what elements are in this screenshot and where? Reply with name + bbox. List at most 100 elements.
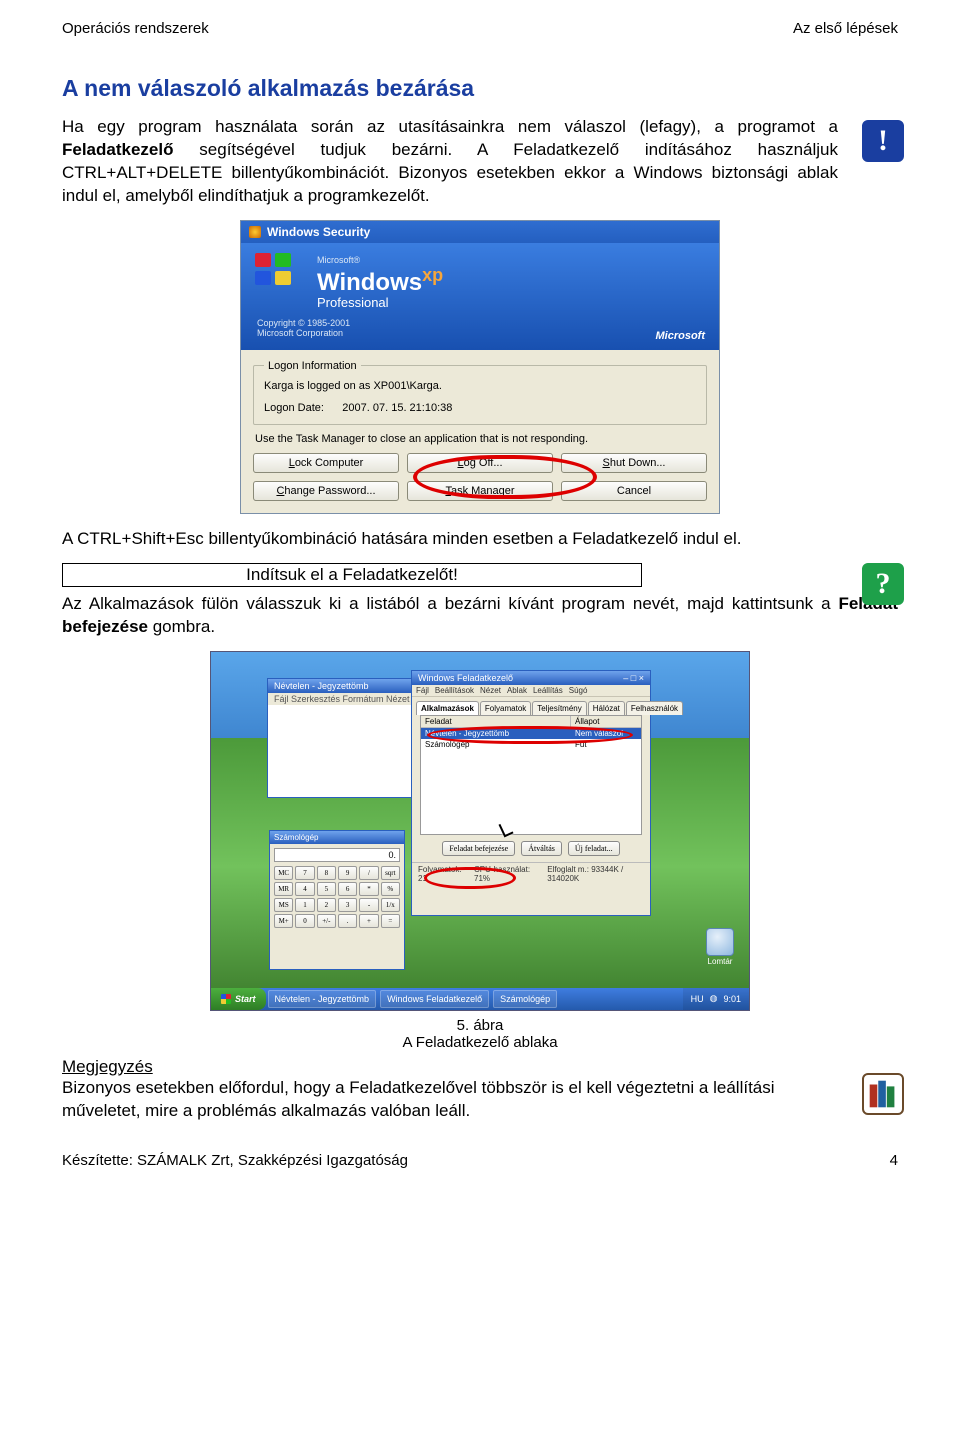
copyright: Copyright © 1985-2001 Microsoft Corporat… — [257, 318, 703, 338]
calc-key[interactable]: 3 — [338, 898, 357, 912]
header-left: Operációs rendszerek — [62, 20, 209, 37]
note-block: Megjegyzés Bizonyos esetekben előfordul,… — [62, 1057, 898, 1123]
tab-performance[interactable]: Teljesítmény — [532, 701, 586, 715]
recycle-bin[interactable]: Lomtár — [703, 928, 737, 966]
list-item[interactable]: Számológép Fut — [421, 739, 641, 750]
logon-user-line: Karga is logged on as XP001\Karga. — [264, 380, 696, 392]
logon-date-line: Logon Date: 2007. 07. 15. 21:10:38 — [264, 402, 696, 414]
shut-down-button[interactable]: Shut Down...Shut Down... — [561, 453, 707, 473]
calc-key[interactable]: MC — [274, 866, 293, 880]
tab-users[interactable]: Felhasználók — [626, 701, 683, 715]
tray-clock: 9:01 — [723, 994, 741, 1004]
winsec-button-row: LLock Computerock Computer Log Off...Log… — [253, 453, 707, 501]
change-password-button[interactable]: Change Password...Change Password... — [253, 481, 399, 501]
winsec-titlebar: Windows Security — [241, 221, 719, 243]
calc-key[interactable]: 5 — [317, 882, 336, 896]
calc-key[interactable]: MR — [274, 882, 293, 896]
calc-key[interactable]: * — [359, 882, 378, 896]
task-manager-window: Windows Feladatkezelő – □ × Fájl Beállít… — [411, 670, 651, 916]
xp-desktop-figure: Névtelen - Jegyzettömb – □ × Fájl Szerke… — [210, 651, 750, 1011]
page-number: 4 — [890, 1152, 898, 1169]
lock-computer-button[interactable]: LLock Computerock Computer — [253, 453, 399, 473]
end-task-button[interactable]: Feladat befejezése — [442, 841, 515, 856]
winxp-brand: Microsoft® Windowsxp Professional — [317, 255, 703, 310]
windows-flag-icon — [221, 994, 231, 1004]
calc-titlebar: Számológép — [270, 831, 404, 844]
new-task-button[interactable]: Új feladat... — [568, 841, 620, 856]
taskbar-item[interactable]: Számológép — [493, 990, 557, 1008]
list-header: Feladat Állapot — [421, 716, 641, 728]
winsec-banner: Microsoft® Windowsxp Professional Copyri… — [241, 243, 719, 350]
task-manager-button[interactable]: Task ManagerTask Manager — [407, 481, 553, 501]
list-item-selected[interactable]: Névtelen - Jegyzettömb Nem válaszol — [421, 728, 641, 739]
calc-key[interactable]: % — [381, 882, 400, 896]
calc-key[interactable]: 9 — [338, 866, 357, 880]
logon-info-legend: Logon Information — [264, 360, 361, 372]
question-icon: ? — [862, 563, 904, 605]
calc-key[interactable]: sqrt — [381, 866, 400, 880]
system-tray: HU ◍ 9:01 — [683, 988, 749, 1010]
tab-network[interactable]: Hálózat — [588, 701, 625, 715]
start-button[interactable]: Start — [211, 988, 266, 1010]
tab-applications[interactable]: Alkalmazások — [416, 701, 479, 715]
calc-key[interactable]: +/- — [317, 914, 336, 928]
task-instruction-box: Indítsuk el a Feladatkezelőt! — [62, 563, 642, 587]
footer-left: Készítette: SZÁMALK Zrt, Szakképzési Iga… — [62, 1152, 408, 1169]
taskmgr-statusbar: Folyamatok: 21 CPU-használat: 71% Elfogl… — [412, 862, 650, 885]
winsec-title: Windows Security — [267, 225, 370, 239]
taskbar: Start Névtelen - Jegyzettömb Windows Fel… — [211, 988, 749, 1010]
paragraph-1: Ha egy program használata során az utasí… — [62, 116, 898, 208]
taskmgr-menubar[interactable]: Fájl Beállítások Nézet Ablak Leállítás S… — [412, 685, 650, 697]
tray-icon: ◍ — [710, 993, 718, 1004]
exclamation-icon: ! — [862, 120, 904, 162]
calc-key[interactable]: 1/x — [381, 898, 400, 912]
window-controls-icon[interactable]: – □ × — [623, 673, 644, 683]
taskmgr-titlebar: Windows Feladatkezelő – □ × — [412, 671, 650, 685]
taskmgr-buttons: Feladat befejezése Átváltás Új feladat..… — [412, 835, 650, 862]
calc-key[interactable]: + — [359, 914, 378, 928]
calc-display: 0. — [274, 848, 400, 862]
header-right: Az első lépések — [793, 20, 898, 37]
figure-caption: 5. ábra A Feladatkezelő ablaka — [62, 1017, 898, 1051]
recycle-bin-icon — [706, 928, 734, 956]
paragraph-2: A CTRL+Shift+Esc billentyűkombináció hat… — [62, 528, 898, 551]
log-off-button[interactable]: Log Off...Log Off... — [407, 453, 553, 473]
windows-security-dialog: Windows Security Microsoft® Windowsxp Pr… — [240, 220, 720, 514]
section-title: A nem válaszoló alkalmazás bezárása — [62, 75, 898, 102]
calculator-window: Számológép 0. MC 7 8 9 / sqrt MR 4 5 6 *… — [269, 830, 405, 970]
calc-key[interactable]: MS — [274, 898, 293, 912]
cancel-button[interactable]: CancelCancel — [561, 481, 707, 501]
taskmgr-tabs: Alkalmazások Folyamatok Teljesítmény Hál… — [412, 697, 650, 715]
calc-key[interactable]: 8 — [317, 866, 336, 880]
calc-key[interactable]: 1 — [295, 898, 314, 912]
taskmgr-list: Feladat Állapot Névtelen - Jegyzettömb N… — [420, 715, 642, 835]
paragraph-3: Az Alkalmazások fülön válasszuk ki a lis… — [62, 593, 898, 639]
shield-icon — [249, 226, 261, 238]
calc-key[interactable]: 7 — [295, 866, 314, 880]
note-body: Bizonyos esetekben előfordul, hogy a Fel… — [62, 1078, 775, 1120]
calc-key[interactable]: 0 — [295, 914, 314, 928]
calc-key[interactable]: / — [359, 866, 378, 880]
winsec-instruction: Use the Task Manager to close an applica… — [255, 433, 705, 445]
calc-key[interactable]: 2 — [317, 898, 336, 912]
calc-key[interactable]: . — [338, 914, 357, 928]
taskbar-item[interactable]: Névtelen - Jegyzettömb — [268, 990, 377, 1008]
switch-to-button[interactable]: Átváltás — [521, 841, 562, 856]
page-footer: Készítette: SZÁMALK Zrt, Szakképzési Iga… — [62, 1152, 898, 1169]
calc-key[interactable]: 4 — [295, 882, 314, 896]
windows-flag-icon — [255, 253, 295, 287]
taskbar-item[interactable]: Windows Feladatkezelő — [380, 990, 489, 1008]
books-icon — [862, 1073, 904, 1115]
page-header: Operációs rendszerek Az első lépések — [62, 20, 898, 37]
calc-key[interactable]: = — [381, 914, 400, 928]
note-title: Megjegyzés — [62, 1057, 153, 1076]
tab-processes[interactable]: Folyamatok — [480, 701, 531, 715]
calc-keys: MC 7 8 9 / sqrt MR 4 5 6 * % MS 1 2 3 - … — [270, 866, 404, 932]
tray-lang[interactable]: HU — [691, 994, 704, 1004]
logon-info-group: Logon Information Karga is logged on as … — [253, 360, 707, 425]
microsoft-label: Microsoft — [656, 330, 706, 342]
calc-key[interactable]: - — [359, 898, 378, 912]
calc-key[interactable]: M+ — [274, 914, 293, 928]
winsec-body: Logon Information Karga is logged on as … — [241, 350, 719, 513]
calc-key[interactable]: 6 — [338, 882, 357, 896]
